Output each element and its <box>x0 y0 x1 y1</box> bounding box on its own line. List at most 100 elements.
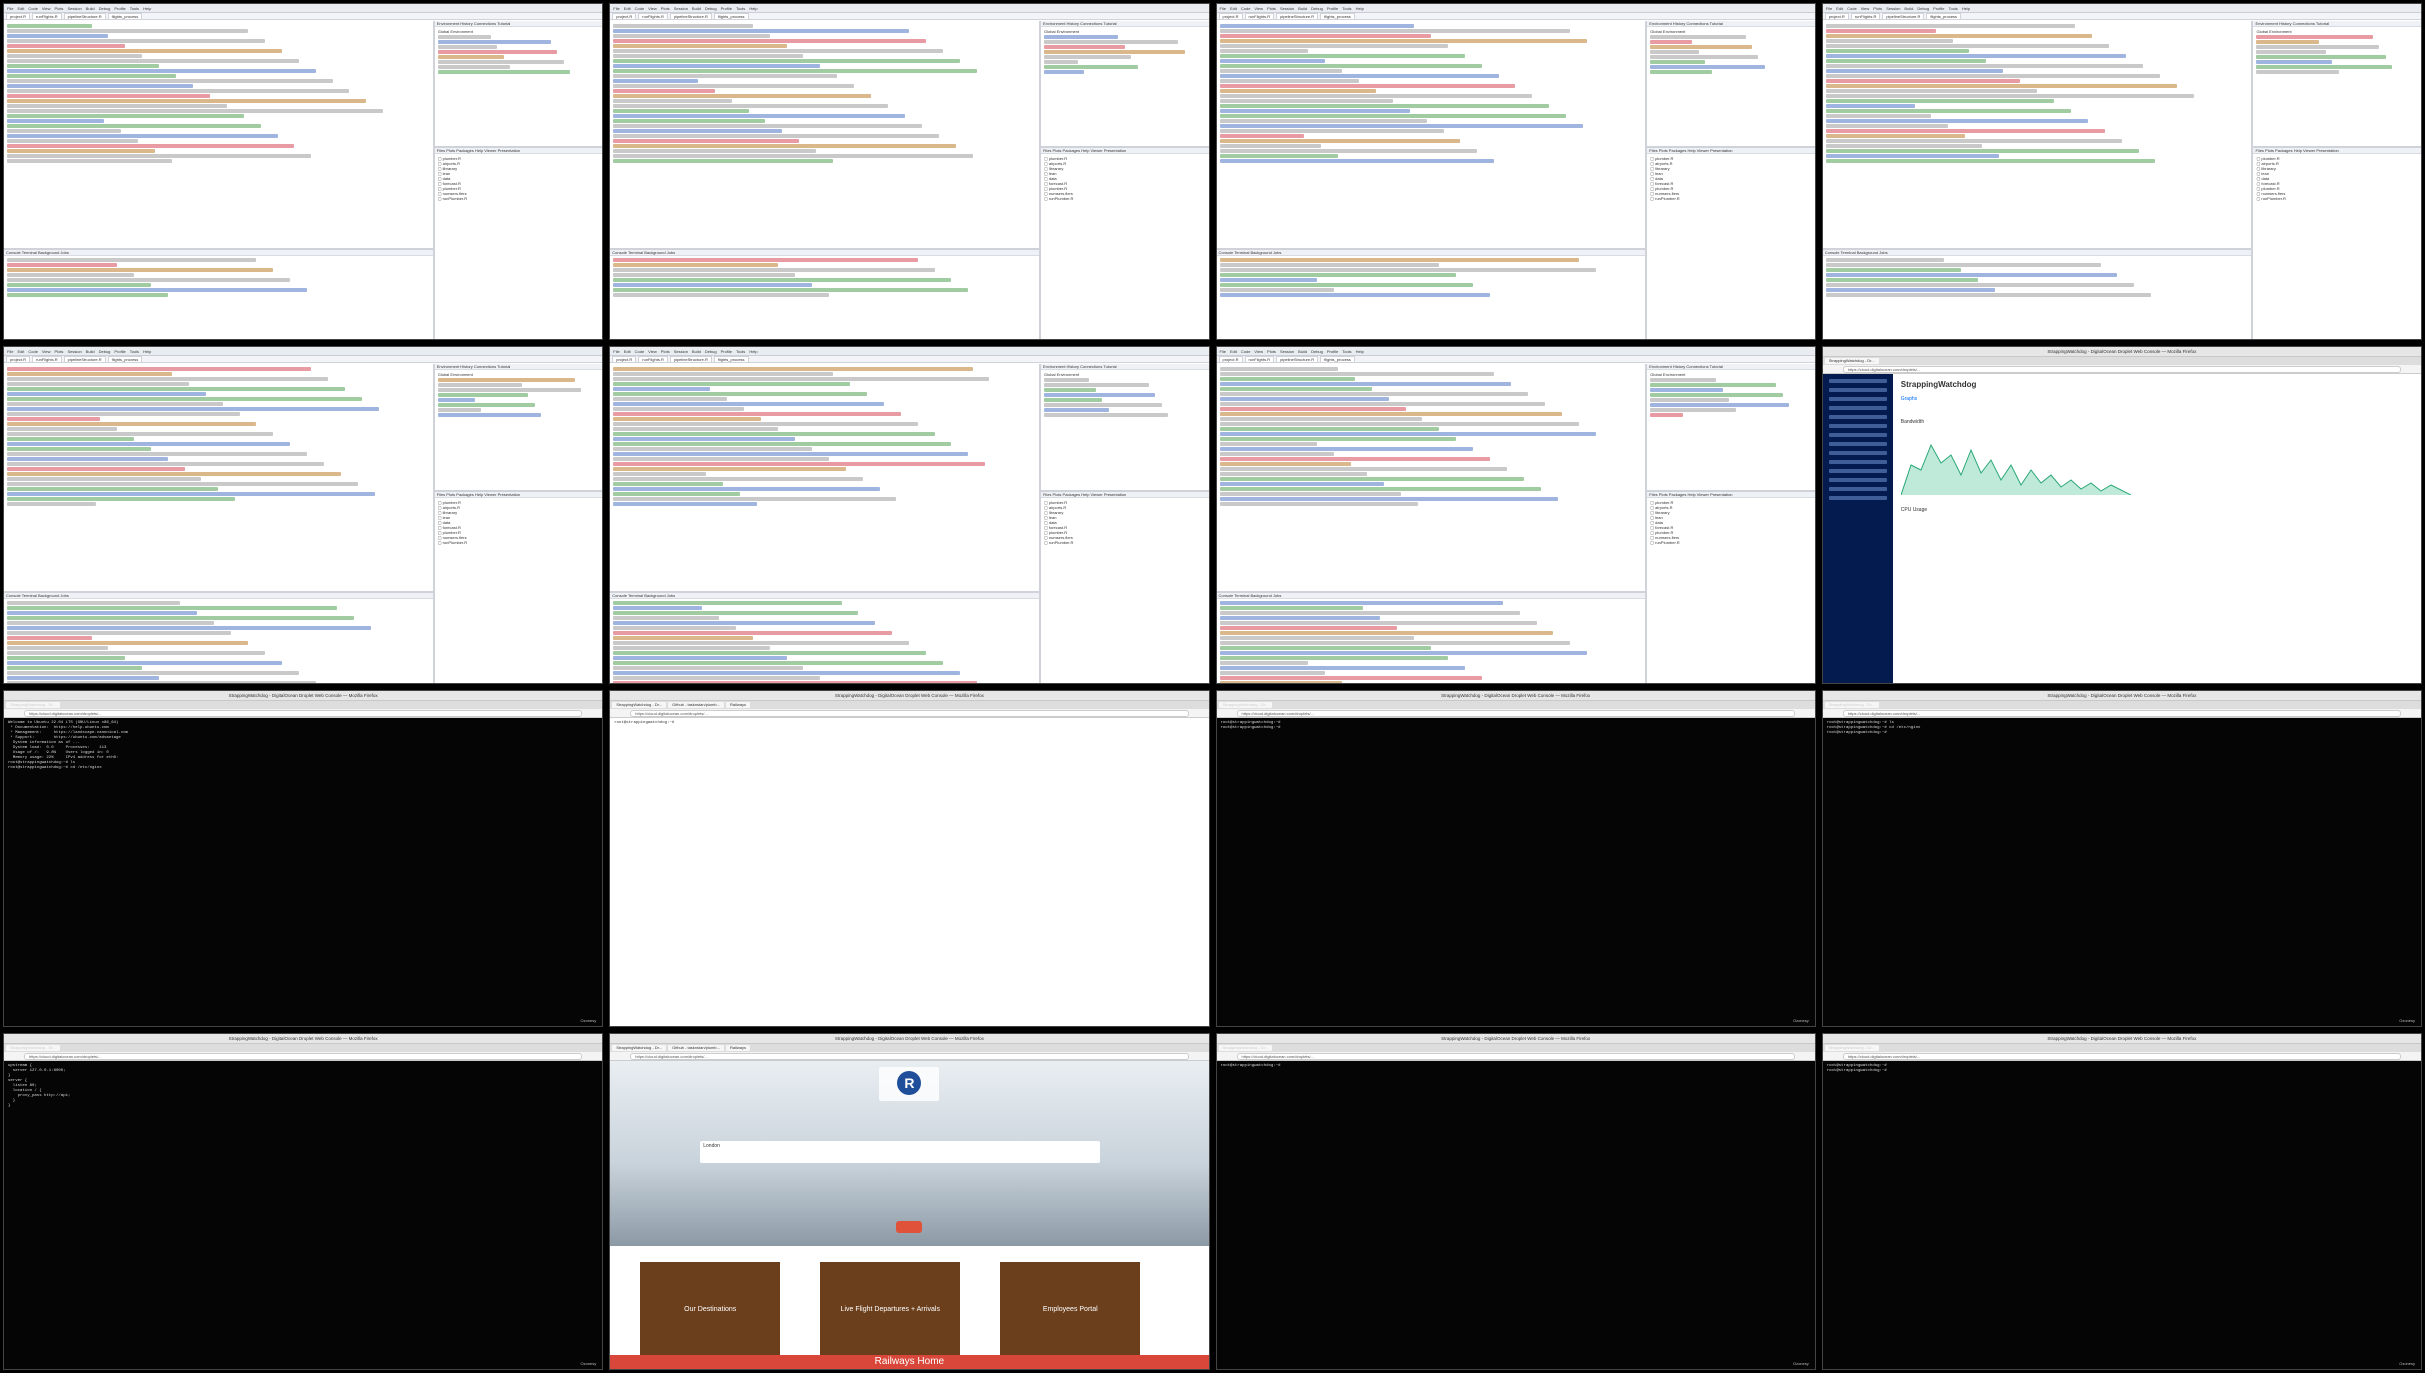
source-editor[interactable] <box>610 21 1039 251</box>
source-editor[interactable] <box>1216 21 1646 251</box>
menu-item[interactable]: View <box>648 6 657 11</box>
editor-tab[interactable]: project.R <box>1218 356 1243 363</box>
menu-item[interactable]: Tools <box>1342 349 1351 354</box>
menu-item[interactable]: View <box>1254 349 1263 354</box>
browser-tab[interactable]: StrappingWatchdog - Dr... <box>1218 1044 1273 1051</box>
menu-item[interactable]: Code <box>28 6 38 11</box>
address-bar[interactable]: https://cloud.digitalocean.com/droplets/… <box>1216 1051 1815 1061</box>
menu-item[interactable]: Code <box>1241 349 1251 354</box>
menu-item[interactable]: Build <box>86 6 95 11</box>
console-pane[interactable]: Console Terminal Background Jobs <box>1822 250 2252 340</box>
browser-tab[interactable]: Railways <box>725 1044 750 1051</box>
address-bar[interactable]: https://cloud.digitalocean.com/droplets/… <box>1216 708 1815 718</box>
file-row[interactable]: ▢ runPlumber.R <box>2256 196 2418 201</box>
editor-tab[interactable]: project.R <box>1218 13 1243 19</box>
search-form[interactable]: London <box>700 1140 1101 1163</box>
file-row[interactable]: ▢ runPlumber.R <box>1650 196 1812 201</box>
menu-item[interactable]: Edit <box>17 349 24 354</box>
menu-item[interactable]: Plots <box>55 349 64 354</box>
menu-item[interactable]: Help <box>143 6 151 11</box>
console-pane[interactable]: Console Terminal Background Jobs <box>4 593 433 683</box>
menu-item[interactable]: Debug <box>1917 6 1929 11</box>
editor-tab[interactable]: flights_process <box>107 13 143 19</box>
browser-tab[interactable]: Github - tasknstan/plumb... <box>668 1044 724 1051</box>
menu-item[interactable]: Build <box>692 6 701 11</box>
menu-item[interactable]: Session <box>1886 6 1900 11</box>
browser-tab[interactable]: StrappingWatchdog - Dr... <box>1824 701 1879 708</box>
file-row[interactable]: ▢ runPlumber.R <box>1044 196 1206 201</box>
address-bar[interactable]: https://cloud.digitalocean.com/droplets/… <box>610 1051 1209 1061</box>
file-row[interactable]: ▢ runPlumber.R <box>1044 540 1206 545</box>
menu-item[interactable]: Help <box>143 349 151 354</box>
address-bar[interactable]: https://cloud.digitalocean.com/droplets/… <box>1822 1051 2421 1061</box>
menu-item[interactable]: File <box>1220 349 1226 354</box>
menu-item[interactable]: Code <box>1241 6 1251 11</box>
terminal-output[interactable]: upstream { server 127.0.0.1:8000; } serv… <box>4 1061 602 1112</box>
file-row[interactable]: ▢ runPlumber.R <box>1650 540 1812 545</box>
editor-tab[interactable]: runFlights.R <box>1850 13 1881 19</box>
menu-item[interactable]: Build <box>1904 6 1913 11</box>
menu-item[interactable]: Debug <box>99 6 111 11</box>
menu-item[interactable]: File <box>1826 6 1832 11</box>
menu-item[interactable]: Edit <box>1230 349 1237 354</box>
menu-item[interactable]: Session <box>67 349 81 354</box>
editor-tab[interactable]: pipelineStructure.R <box>63 13 106 19</box>
editor-tab[interactable]: pipelineStructure.R <box>669 356 712 363</box>
console-pane[interactable]: Console Terminal Background Jobs <box>1216 593 1646 683</box>
menu-item[interactable]: Code <box>635 6 645 11</box>
menu-item[interactable]: Edit <box>17 6 24 11</box>
editor-tab[interactable]: flights_process <box>713 13 749 19</box>
browser-tab[interactable]: Railways <box>725 701 750 708</box>
editor-tab[interactable]: flights_process <box>1926 13 1962 19</box>
editor-tab[interactable]: project.R <box>6 13 31 19</box>
terminal-output[interactable]: root@strappingwatchdog:~# ls root@strapp… <box>1823 718 2421 739</box>
source-editor[interactable] <box>4 364 433 594</box>
menu-item[interactable]: View <box>1254 6 1263 11</box>
browser-tab[interactable]: StrappingWatchdog - Dr... <box>6 701 60 708</box>
sidebar-item[interactable] <box>1828 379 1887 384</box>
source-editor[interactable] <box>1822 21 2252 251</box>
menu-item[interactable]: Tools <box>130 6 139 11</box>
menu-item[interactable]: Debug <box>1311 349 1323 354</box>
menu-item[interactable]: Profile <box>1933 6 1944 11</box>
editor-tab[interactable]: pipelineStructure.R <box>669 13 712 19</box>
console-pane[interactable]: Console Terminal Background Jobs <box>1216 250 1646 340</box>
menu-item[interactable]: Edit <box>624 349 631 354</box>
menu-item[interactable]: Help <box>749 6 757 11</box>
source-editor[interactable] <box>1216 364 1646 594</box>
menu-item[interactable]: Tools <box>736 349 745 354</box>
address-bar[interactable]: https://cloud.digitalocean.com/droplets/… <box>4 1051 603 1061</box>
menu-item[interactable]: Profile <box>721 349 732 354</box>
editor-tab[interactable]: project.R <box>612 356 637 363</box>
menu-item[interactable]: Profile <box>1327 6 1338 11</box>
source-editor[interactable] <box>610 364 1039 594</box>
menu-item[interactable]: View <box>42 6 51 11</box>
editor-tab[interactable]: project.R <box>6 356 31 363</box>
menu-item[interactable]: Build <box>1298 6 1307 11</box>
sidebar-item[interactable] <box>1828 460 1887 465</box>
address-bar[interactable]: https://cloud.digitalocean.com/droplets/… <box>4 708 603 718</box>
menu-item[interactable]: Tools <box>1948 6 1957 11</box>
terminal-output[interactable]: Welcome to Ubuntu 22.04 LTS (GNU/Linux x… <box>4 718 602 774</box>
railways-card[interactable]: Employees Portal <box>1000 1261 1141 1357</box>
menu-item[interactable]: Build <box>692 349 701 354</box>
editor-tab[interactable]: runFlights.R <box>638 13 668 19</box>
editor-tab[interactable]: flights_process <box>713 356 749 363</box>
sidebar-item[interactable] <box>1828 478 1887 483</box>
graphs-tab[interactable]: Graphs <box>1901 397 2413 402</box>
file-row[interactable]: ▢ runPlumber.R <box>438 540 600 545</box>
menu-item[interactable]: Code <box>28 349 38 354</box>
editor-tab[interactable]: project.R <box>1824 13 1849 19</box>
menu-item[interactable]: Plots <box>55 6 64 11</box>
menu-item[interactable]: Profile <box>114 349 125 354</box>
menu-item[interactable]: Debug <box>705 349 717 354</box>
menu-item[interactable]: Session <box>1280 349 1294 354</box>
editor-tab[interactable]: pipelineStructure.R <box>63 356 106 363</box>
menu-item[interactable]: Plots <box>1267 349 1276 354</box>
editor-tab[interactable]: flights_process <box>1320 13 1355 19</box>
editor-tab[interactable]: project.R <box>612 13 637 19</box>
menu-item[interactable]: Help <box>749 349 757 354</box>
file-row[interactable]: ▢ runPlumber.R <box>438 196 600 201</box>
sidebar-item[interactable] <box>1828 397 1887 402</box>
menu-item[interactable]: Help <box>1962 6 1970 11</box>
